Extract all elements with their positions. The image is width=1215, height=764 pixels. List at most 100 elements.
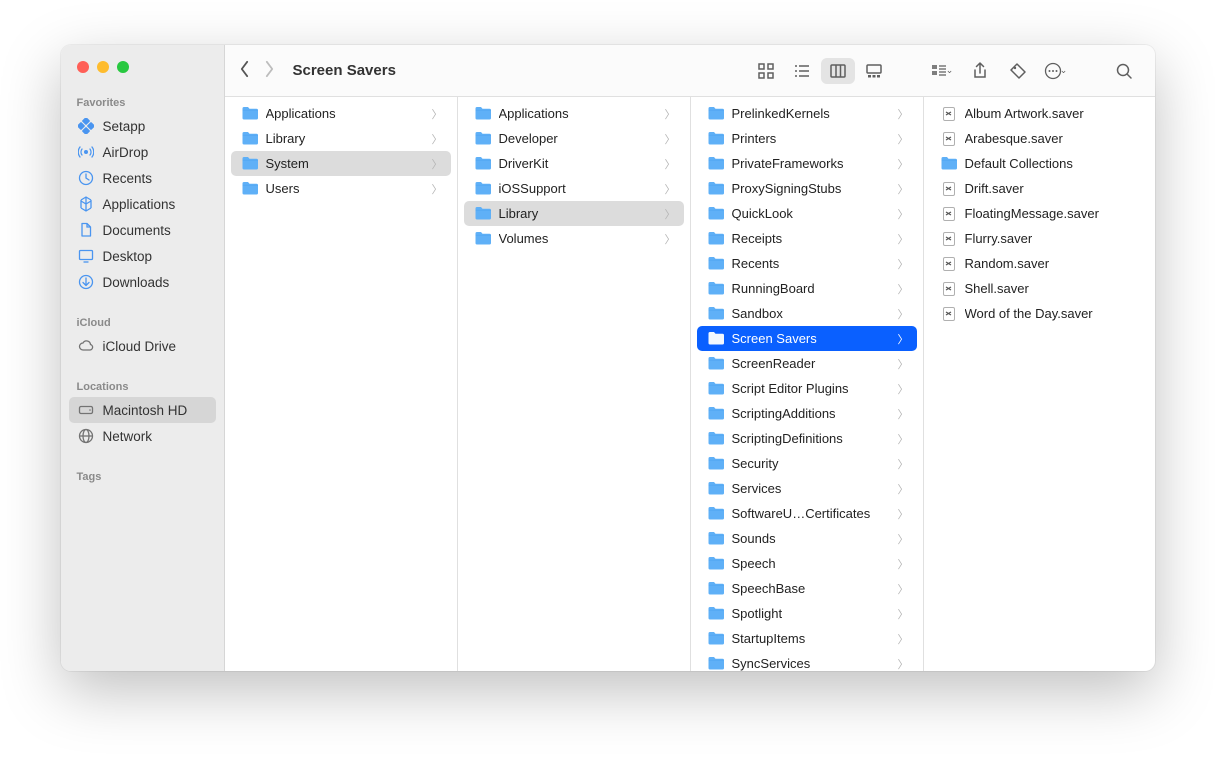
- item-label: Sounds: [732, 531, 891, 546]
- folder-item[interactable]: Printers〉: [697, 126, 917, 151]
- file-icon: [940, 255, 958, 273]
- file-item[interactable]: FloatingMessage.saver: [930, 201, 1148, 226]
- chevron-right-icon: 〉: [898, 181, 909, 197]
- window-controls: [61, 61, 224, 89]
- file-item[interactable]: Flurry.saver: [930, 226, 1148, 251]
- group-by-button[interactable]: ⌄: [925, 58, 959, 84]
- folder-item[interactable]: StartupItems〉: [697, 626, 917, 651]
- item-label: QuickLook: [732, 206, 891, 221]
- sidebar-item-network[interactable]: Network: [69, 423, 216, 449]
- cloud-icon: [77, 337, 95, 355]
- minimize-button[interactable]: [97, 61, 109, 73]
- folder-icon: [707, 581, 725, 596]
- item-label: Library: [499, 206, 658, 221]
- folder-item[interactable]: DriverKit〉: [464, 151, 684, 176]
- more-actions-button[interactable]: ⌄: [1039, 58, 1073, 84]
- chevron-right-icon: 〉: [432, 181, 443, 197]
- folder-item[interactable]: SoftwareU…Certificates〉: [697, 501, 917, 526]
- search-button[interactable]: [1107, 58, 1141, 84]
- tags-button[interactable]: [1001, 58, 1035, 84]
- folder-item[interactable]: Default Collections: [930, 151, 1148, 176]
- folder-item[interactable]: Security〉: [697, 451, 917, 476]
- file-item[interactable]: Drift.saver: [930, 176, 1148, 201]
- folder-item[interactable]: Spotlight〉: [697, 601, 917, 626]
- icon-view-button[interactable]: [749, 58, 783, 84]
- folder-item[interactable]: ScreenReader〉: [697, 351, 917, 376]
- sidebar-item-documents[interactable]: Documents: [69, 217, 216, 243]
- file-item[interactable]: Arabesque.saver: [930, 126, 1148, 151]
- sidebar-item-icloud-drive[interactable]: iCloud Drive: [69, 333, 216, 359]
- item-label: Recents: [732, 256, 891, 271]
- file-item[interactable]: Word of the Day.saver: [930, 301, 1148, 326]
- file-icon: [940, 280, 958, 298]
- folder-item[interactable]: Sounds〉: [697, 526, 917, 551]
- folder-item[interactable]: Library 〉: [464, 201, 684, 226]
- back-button[interactable]: [239, 60, 250, 81]
- sidebar-item-recents[interactable]: Recents: [69, 165, 216, 191]
- sidebar-item-desktop[interactable]: Desktop: [69, 243, 216, 269]
- window-title: Screen Savers: [293, 62, 396, 79]
- close-button[interactable]: [77, 61, 89, 73]
- folder-item[interactable]: QuickLook 〉: [697, 201, 917, 226]
- folder-item[interactable]: Services〉: [697, 476, 917, 501]
- chevron-right-icon: 〉: [898, 206, 909, 222]
- folder-item[interactable]: Applications〉: [464, 101, 684, 126]
- folder-item[interactable]: Recents〉: [697, 251, 917, 276]
- item-label: RunningBoard: [732, 281, 891, 296]
- folder-item[interactable]: Users〉: [231, 176, 451, 201]
- folder-icon: [707, 156, 725, 171]
- file-item[interactable]: Shell.saver: [930, 276, 1148, 301]
- folder-icon: [474, 231, 492, 246]
- folder-item[interactable]: Applications〉: [231, 101, 451, 126]
- folder-icon: [707, 656, 725, 671]
- folder-icon: [241, 131, 259, 146]
- chevron-right-icon: 〉: [665, 206, 676, 222]
- folder-item[interactable]: Script Editor Plugins〉: [697, 376, 917, 401]
- zoom-button[interactable]: [117, 61, 129, 73]
- gallery-view-button[interactable]: [857, 58, 891, 84]
- folder-icon: [474, 206, 492, 221]
- folder-item[interactable]: ProxySigningStubs〉: [697, 176, 917, 201]
- folder-item[interactable]: Library〉: [231, 126, 451, 151]
- folder-item[interactable]: ScriptingDefinitions〉: [697, 426, 917, 451]
- forward-button[interactable]: [264, 60, 275, 81]
- file-item[interactable]: Album Artwork.saver: [930, 101, 1148, 126]
- folder-item[interactable]: SpeechBase〉: [697, 576, 917, 601]
- item-label: iOSSupport: [499, 181, 658, 196]
- share-button[interactable]: [963, 58, 997, 84]
- folder-item[interactable]: iOSSupport〉: [464, 176, 684, 201]
- folder-item[interactable]: Speech〉: [697, 551, 917, 576]
- folder-item[interactable]: Volumes〉: [464, 226, 684, 251]
- list-view-button[interactable]: [785, 58, 819, 84]
- chevron-right-icon: 〉: [665, 106, 676, 122]
- disk-icon: [77, 401, 95, 419]
- column-1: Applications〉Library〉System〉Users〉: [225, 97, 458, 671]
- file-item[interactable]: Random.saver: [930, 251, 1148, 276]
- folder-icon: [707, 506, 725, 521]
- folder-item[interactable]: Receipts〉: [697, 226, 917, 251]
- sidebar-item-label: Desktop: [103, 249, 153, 264]
- folder-icon: [940, 156, 958, 171]
- item-label: Random.saver: [965, 256, 1140, 271]
- item-label: Volumes: [499, 231, 658, 246]
- folder-item[interactable]: Sandbox〉: [697, 301, 917, 326]
- sidebar-item-setapp[interactable]: Setapp: [69, 113, 216, 139]
- folder-item[interactable]: PrelinkedKernels〉: [697, 101, 917, 126]
- folder-item[interactable]: Screen Savers〉: [697, 326, 917, 351]
- folder-item[interactable]: System〉: [231, 151, 451, 176]
- sidebar-item-downloads[interactable]: Downloads: [69, 269, 216, 295]
- folder-item[interactable]: RunningBoard 〉: [697, 276, 917, 301]
- folder-item[interactable]: PrivateFrameworks〉: [697, 151, 917, 176]
- folder-icon: [707, 406, 725, 421]
- chevron-right-icon: 〉: [898, 281, 909, 297]
- folder-item[interactable]: Developer〉: [464, 126, 684, 151]
- column-view-button[interactable]: [821, 58, 855, 84]
- chevron-right-icon: 〉: [898, 481, 909, 497]
- folder-item[interactable]: ScriptingAdditions〉: [697, 401, 917, 426]
- sidebar-item-applications[interactable]: Applications: [69, 191, 216, 217]
- sidebar-item-macintosh-hd[interactable]: Macintosh HD: [69, 397, 216, 423]
- folder-icon: [707, 481, 725, 496]
- sidebar-item-label: Documents: [103, 223, 171, 238]
- sidebar-item-airdrop[interactable]: AirDrop: [69, 139, 216, 165]
- folder-item[interactable]: SyncServices〉: [697, 651, 917, 671]
